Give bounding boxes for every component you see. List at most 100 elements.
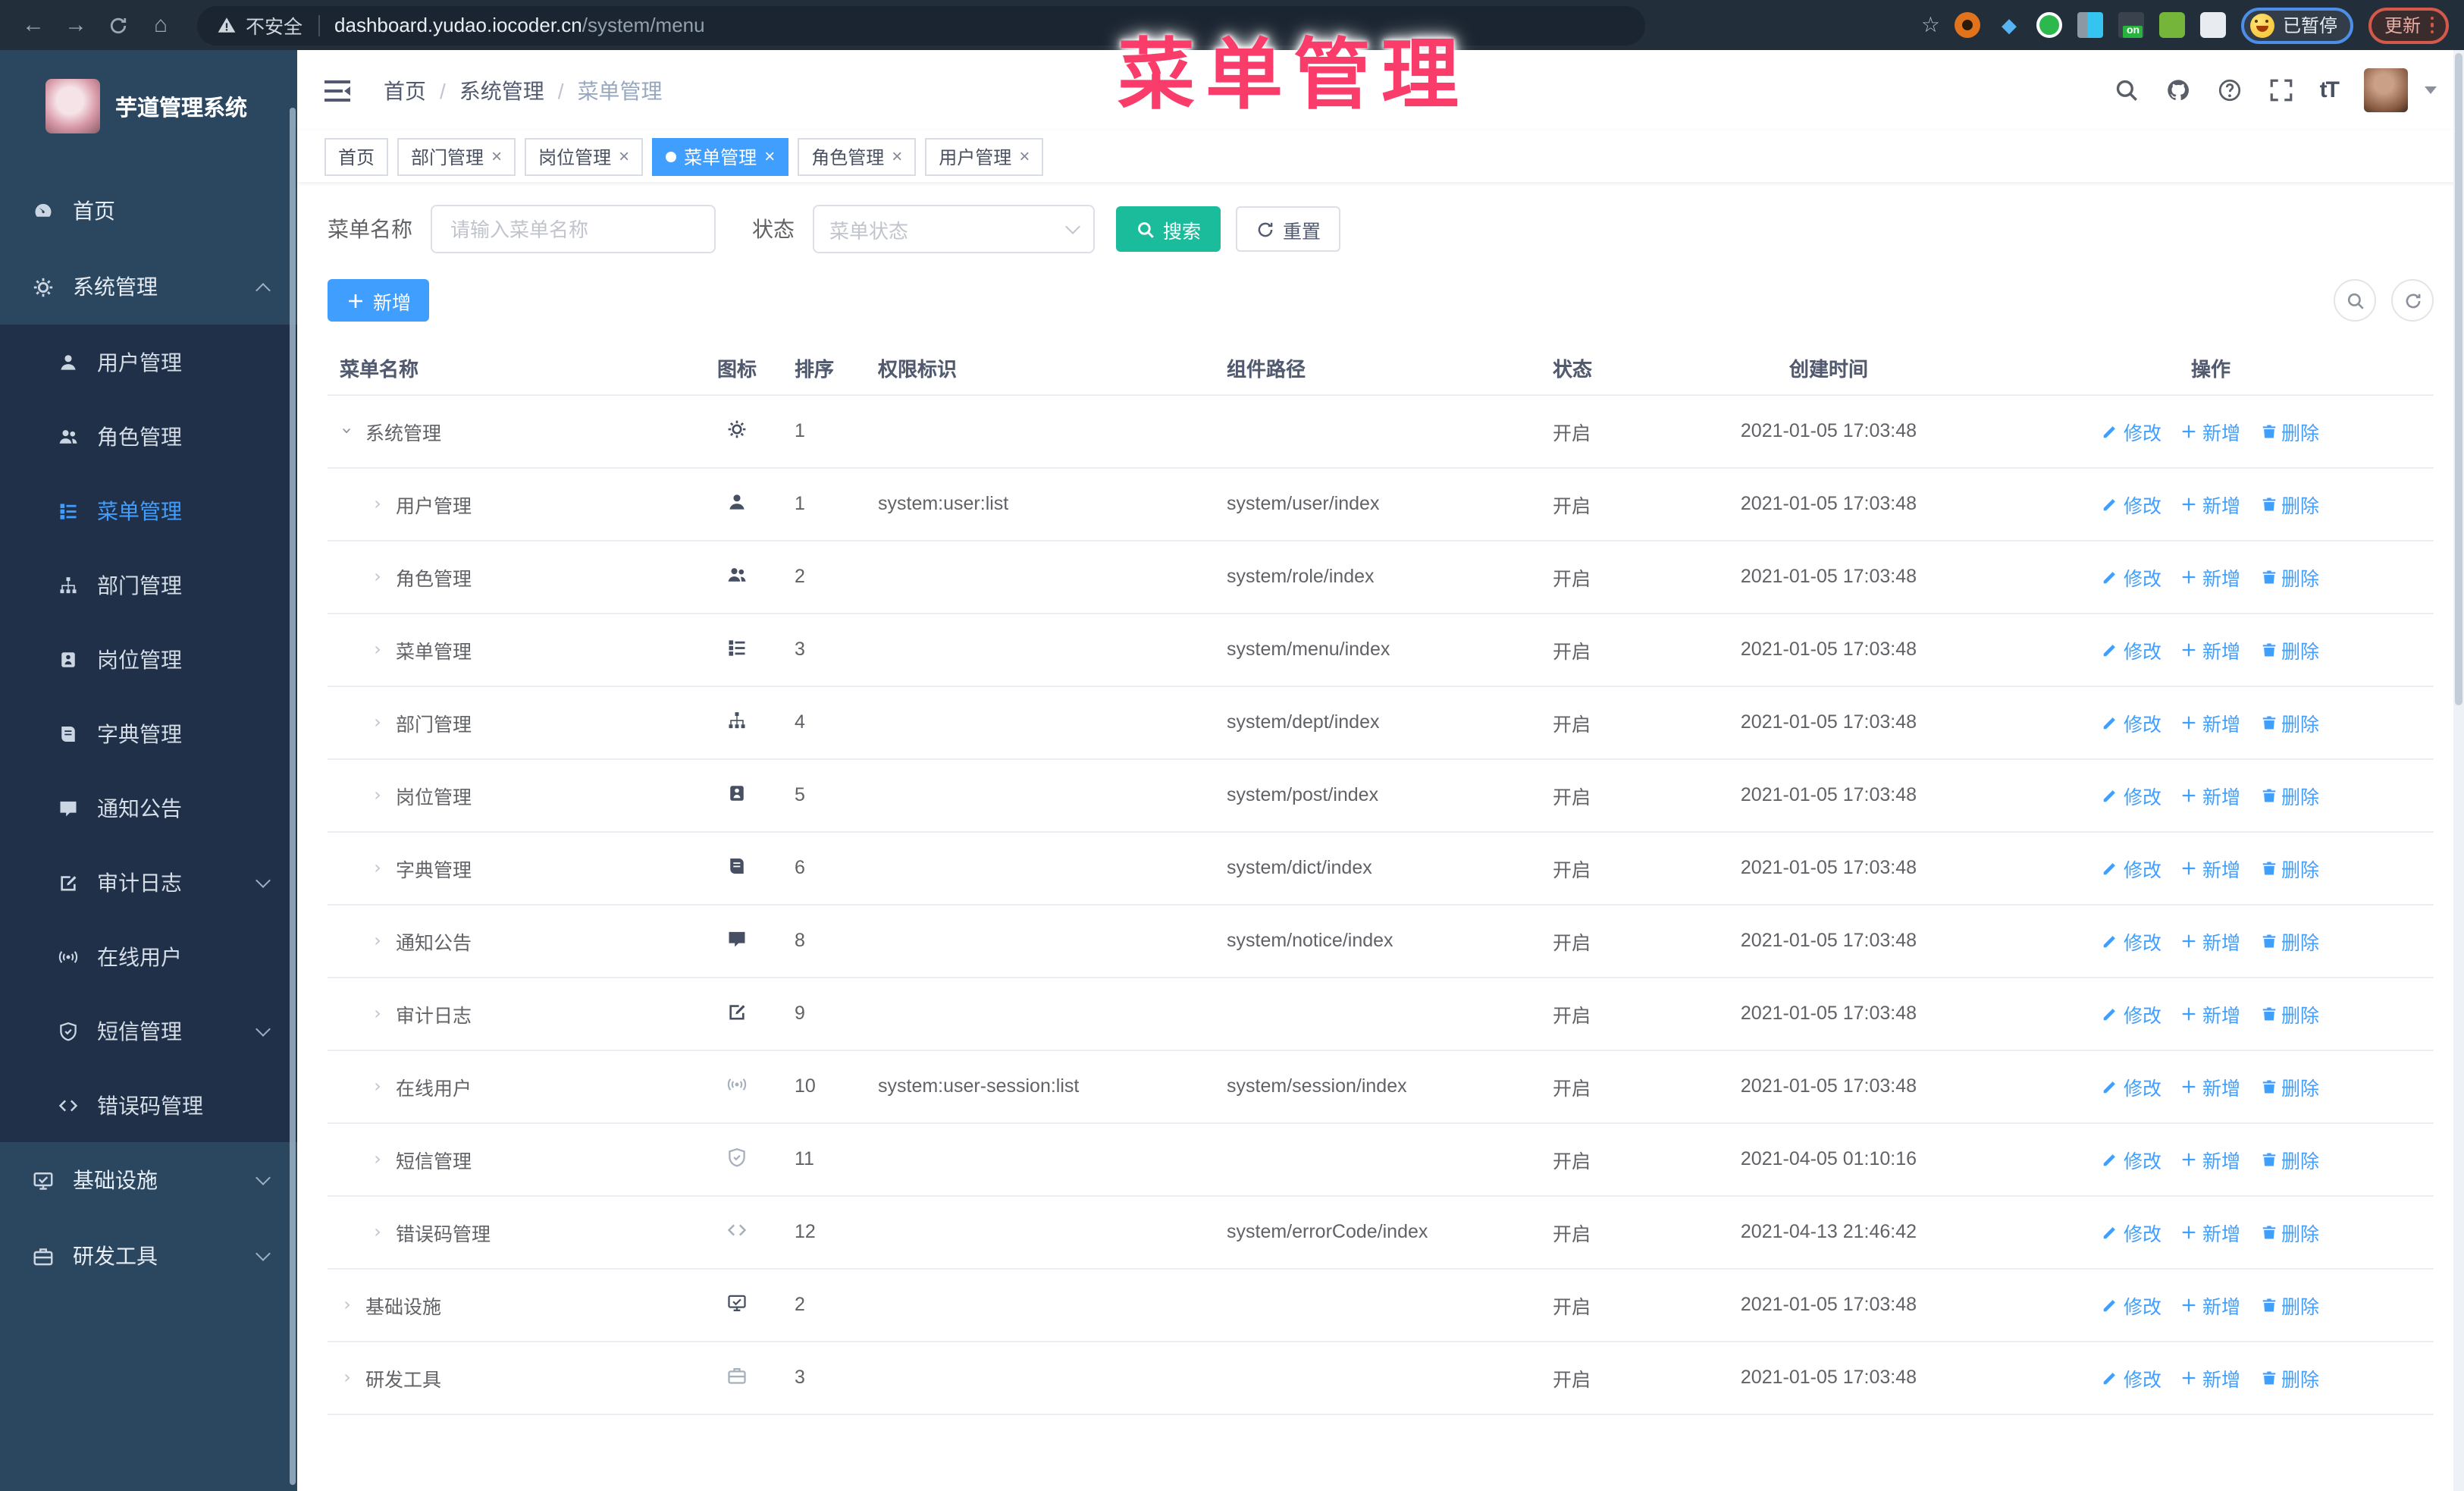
expand-row-icon[interactable]: ›	[370, 784, 385, 805]
add-child-link[interactable]: 新增	[2181, 416, 2240, 445]
sidebar-item-online-users[interactable]: 在线用户	[0, 919, 297, 993]
sidebar-item-audit-log[interactable]: 审计日志	[0, 845, 297, 919]
tag-dept[interactable]: 部门管理 ×	[397, 137, 516, 175]
edit-link[interactable]: 修改	[2102, 1217, 2161, 1246]
expand-row-icon[interactable]: ›	[370, 1221, 385, 1242]
breadcrumb-system[interactable]: 系统管理	[459, 75, 544, 105]
browser-update-button[interactable]: 更新	[2368, 7, 2449, 43]
add-child-link[interactable]: 新增	[2181, 1144, 2240, 1173]
delete-link[interactable]: 删除	[2260, 1290, 2319, 1319]
show-search-toggle-button[interactable]	[2334, 279, 2376, 322]
add-child-link[interactable]: 新增	[2181, 926, 2240, 955]
extensions-puzzle-icon[interactable]	[2200, 12, 2227, 38]
sidebar-item-home[interactable]: 首页	[0, 173, 297, 249]
search-icon[interactable]	[2114, 77, 2140, 103]
add-child-link[interactable]: 新增	[2181, 999, 2240, 1028]
expand-row-icon[interactable]: ›	[370, 1148, 385, 1169]
add-child-link[interactable]: 新增	[2181, 562, 2240, 591]
add-child-link[interactable]: 新增	[2181, 1290, 2240, 1319]
kebab-menu-icon[interactable]	[2430, 16, 2434, 34]
edit-link[interactable]: 修改	[2102, 489, 2161, 518]
delete-link[interactable]: 删除	[2260, 635, 2319, 664]
extension-orange-icon[interactable]	[1955, 12, 1981, 38]
sidebar-item-posts[interactable]: 岗位管理	[0, 622, 297, 696]
delete-link[interactable]: 删除	[2260, 1363, 2319, 1392]
menu-name-input[interactable]	[431, 205, 716, 253]
delete-link[interactable]: 删除	[2260, 1072, 2319, 1100]
sidebar-item-menus[interactable]: 菜单管理	[0, 473, 297, 548]
expand-row-icon[interactable]: ›	[370, 857, 385, 878]
close-icon[interactable]: ×	[1019, 147, 1030, 165]
fullscreen-icon[interactable]	[2268, 77, 2294, 103]
tag-home[interactable]: 首页	[324, 137, 389, 175]
add-child-link[interactable]: 新增	[2181, 1217, 2240, 1246]
sidebar-item-error-codes[interactable]: 错误码管理	[0, 1068, 297, 1142]
delete-link[interactable]: 删除	[2260, 780, 2319, 809]
sidebar-collapse-icon[interactable]	[324, 80, 350, 101]
page-scrollbar[interactable]	[2453, 50, 2464, 1491]
expand-row-icon[interactable]: ›	[370, 493, 385, 514]
expand-row-icon[interactable]: ›	[340, 1367, 355, 1388]
expand-row-icon[interactable]: ›	[370, 711, 385, 733]
edit-link[interactable]: 修改	[2102, 635, 2161, 664]
breadcrumb-home[interactable]: 首页	[384, 75, 426, 105]
expand-row-icon[interactable]: ›	[370, 1075, 385, 1097]
delete-link[interactable]: 删除	[2260, 853, 2319, 882]
close-icon[interactable]: ×	[764, 147, 775, 165]
expand-row-icon[interactable]: ›	[370, 639, 385, 660]
tag-menu-active[interactable]: 菜单管理 ×	[652, 137, 789, 175]
sidebar-item-users[interactable]: 用户管理	[0, 325, 297, 399]
edit-link[interactable]: 修改	[2102, 1144, 2161, 1173]
user-avatar[interactable]	[2364, 68, 2408, 112]
browser-back-icon[interactable]: ←	[15, 7, 52, 43]
sidebar-item-roles[interactable]: 角色管理	[0, 399, 297, 473]
delete-link[interactable]: 删除	[2260, 1217, 2319, 1246]
tag-post[interactable]: 岗位管理 ×	[525, 137, 644, 175]
tag-role[interactable]: 角色管理 ×	[798, 137, 917, 175]
profile-paused-pill[interactable]: 已暂停	[2241, 7, 2354, 43]
edit-link[interactable]: 修改	[2102, 562, 2161, 591]
delete-link[interactable]: 删除	[2260, 926, 2319, 955]
sidebar-item-infrastructure[interactable]: 基础设施	[0, 1142, 297, 1218]
search-button[interactable]: 搜索	[1116, 206, 1221, 252]
edit-link[interactable]: 修改	[2102, 1363, 2161, 1392]
add-child-link[interactable]: 新增	[2181, 489, 2240, 518]
sidebar-item-system[interactable]: 系统管理	[0, 249, 297, 325]
edit-link[interactable]: 修改	[2102, 708, 2161, 736]
sidebar-item-depts[interactable]: 部门管理	[0, 548, 297, 622]
delete-link[interactable]: 删除	[2260, 562, 2319, 591]
expand-row-icon[interactable]: ›	[370, 1003, 385, 1024]
sidebar-item-dict[interactable]: 字典管理	[0, 696, 297, 771]
add-button[interactable]: 新增	[328, 279, 430, 322]
extension-columns-icon[interactable]	[2077, 12, 2104, 38]
help-icon[interactable]	[2217, 77, 2243, 103]
browser-reload-icon[interactable]	[100, 7, 136, 43]
add-child-link[interactable]: 新增	[2181, 708, 2240, 736]
refresh-table-button[interactable]	[2391, 279, 2434, 322]
collapse-row-icon[interactable]: ›	[337, 423, 358, 438]
close-icon[interactable]: ×	[491, 147, 502, 165]
edit-link[interactable]: 修改	[2102, 999, 2161, 1028]
security-label[interactable]: 不安全	[246, 11, 303, 39]
bookmark-star-icon[interactable]: ☆	[1921, 12, 1940, 38]
tag-user[interactable]: 用户管理 ×	[925, 137, 1044, 175]
edit-link[interactable]: 修改	[2102, 926, 2161, 955]
delete-link[interactable]: 删除	[2260, 416, 2319, 445]
font-size-icon[interactable]: tT	[2320, 77, 2340, 103]
expand-row-icon[interactable]: ›	[370, 930, 385, 951]
edit-link[interactable]: 修改	[2102, 780, 2161, 809]
delete-link[interactable]: 删除	[2260, 1144, 2319, 1173]
security-warning-icon[interactable]	[217, 15, 237, 35]
add-child-link[interactable]: 新增	[2181, 780, 2240, 809]
expand-row-icon[interactable]: ›	[370, 566, 385, 587]
sidebar-item-dev-tools[interactable]: 研发工具	[0, 1218, 297, 1294]
delete-link[interactable]: 删除	[2260, 999, 2319, 1028]
scrollbar-thumb[interactable]	[2455, 53, 2462, 705]
add-child-link[interactable]: 新增	[2181, 1072, 2240, 1100]
close-icon[interactable]: ×	[619, 147, 629, 165]
close-icon[interactable]: ×	[892, 147, 902, 165]
delete-link[interactable]: 删除	[2260, 708, 2319, 736]
edit-link[interactable]: 修改	[2102, 853, 2161, 882]
extension-android-icon[interactable]	[2159, 12, 2186, 38]
extension-proxy-icon[interactable]: on	[2118, 12, 2145, 38]
